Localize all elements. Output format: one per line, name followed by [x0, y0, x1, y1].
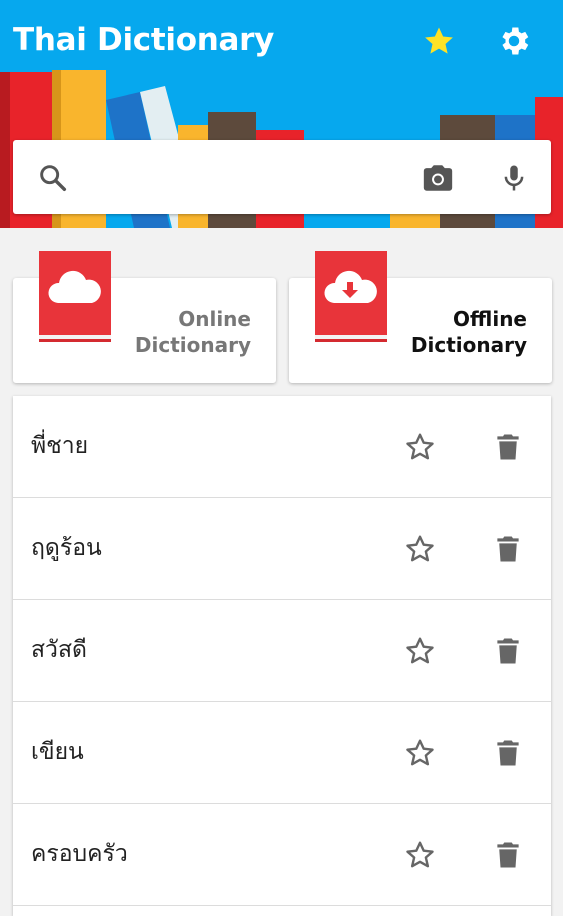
list-item[interactable]: ครอบครัว [13, 804, 551, 906]
settings-button[interactable] [493, 20, 535, 62]
search-bar [13, 140, 551, 216]
list-item[interactable]: สวัสดี [13, 600, 551, 702]
star-outline-icon [406, 841, 434, 868]
search-icon[interactable] [33, 158, 73, 198]
app-header: Thai Dictionary [0, 0, 563, 228]
history-list: พี่ชาย ฤดูร้อน สวัสดี เขียน ครอบครัว [13, 396, 551, 916]
microphone-icon[interactable] [494, 158, 534, 198]
offline-dictionary-label: Offline Dictionary [410, 307, 527, 357]
delete-button[interactable] [486, 629, 530, 673]
favorites-button[interactable] [418, 20, 460, 62]
delete-button[interactable] [486, 833, 530, 877]
star-outline-icon [406, 433, 434, 460]
star-outline-icon [406, 739, 434, 766]
delete-button[interactable] [486, 731, 530, 775]
trash-icon [497, 740, 519, 766]
list-item[interactable]: ฤดูร้อน [13, 498, 551, 600]
star-icon [425, 27, 453, 54]
trash-icon [497, 434, 519, 460]
favorite-button[interactable] [398, 833, 442, 877]
trash-icon [497, 842, 519, 868]
delete-button[interactable] [486, 527, 530, 571]
star-outline-icon [406, 535, 434, 562]
online-dictionary-card[interactable]: Online Dictionary [13, 251, 276, 383]
word-text: เขียน [31, 739, 84, 765]
trash-icon [497, 638, 519, 664]
favorite-button[interactable] [398, 629, 442, 673]
trash-icon [497, 536, 519, 562]
offline-dictionary-card[interactable]: Offline Dictionary [289, 251, 552, 383]
gear-icon [502, 27, 529, 55]
word-text: ครอบครัว [31, 841, 128, 867]
list-item[interactable]: เขียน [13, 702, 551, 804]
favorite-button[interactable] [398, 425, 442, 469]
delete-button[interactable] [486, 425, 530, 469]
app-title: Thai Dictionary [13, 22, 275, 58]
online-dictionary-label: Online Dictionary [134, 307, 251, 357]
favorite-button[interactable] [398, 731, 442, 775]
list-item[interactable]: พี่ชาย [13, 396, 551, 498]
word-text: พี่ชาย [31, 433, 89, 459]
star-outline-icon [406, 637, 434, 664]
word-text: ฤดูร้อน [31, 535, 102, 561]
word-text: สวัสดี [31, 637, 87, 663]
search-input[interactable] [87, 140, 411, 216]
camera-icon[interactable] [418, 158, 458, 198]
favorite-button[interactable] [398, 527, 442, 571]
